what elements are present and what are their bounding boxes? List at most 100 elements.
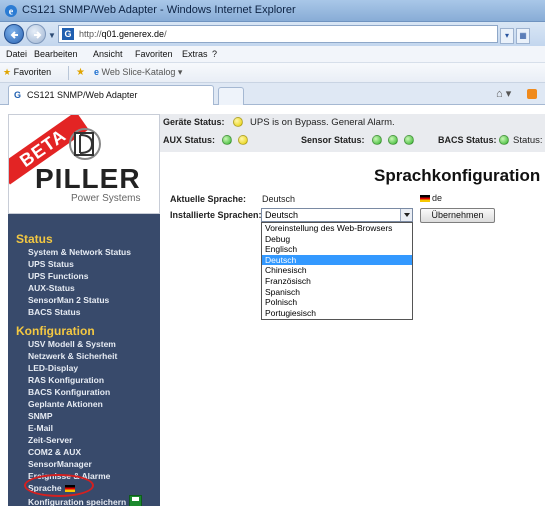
dropdown-icon[interactable]: ▾ [500,28,514,44]
nav-system-network-status[interactable]: System & Network Status [28,247,131,257]
back-button[interactable] [4,24,24,44]
web-slice-gallery[interactable]: e Web Slice-Katalog ▾ [94,67,182,78]
german-flag-icon [420,195,430,202]
geraete-led-icon [233,117,243,127]
new-tab-button[interactable] [218,87,244,105]
brand-tagline: Power Systems [71,193,141,204]
address-bar: ▼ G http://q01.generex.de/ ▾▦↻✕ [0,22,545,63]
menu-ansicht[interactable]: Ansicht [93,49,123,59]
ie-page-icon: e [94,67,100,77]
language-option[interactable]: Portugiesisch [262,308,412,319]
url-input[interactable]: G http://q01.generex.de/ [58,25,498,43]
favorites-bar: ★ Favoriten ★ e Web Slice-Katalog ▾ [0,63,545,83]
status-strip: Geräte Status: UPS is on Bypass. General… [160,114,545,152]
add-favorite-icon[interactable]: ★ [76,67,85,78]
url-actions: ▾▦↻✕ [500,25,545,63]
chevron-down-icon[interactable] [400,209,412,221]
svg-text:e: e [9,7,14,18]
language-option[interactable]: Französisch [262,276,412,287]
aux-led-1-icon [222,135,232,145]
nav-sensormanager[interactable]: SensorManager [28,459,92,469]
nav-aux-status[interactable]: AUX-Status [28,283,75,293]
nav-save-label: Konfiguration speichern [28,497,127,506]
compat-view-icon[interactable]: ▦ [516,28,530,44]
language-option[interactable]: Chinesisch [262,265,412,276]
apply-button[interactable]: Übernehmen [420,208,495,223]
piller-emblem-icon [69,128,101,160]
rss-icon[interactable] [527,89,537,99]
language-select-value: Deutsch [265,210,299,220]
geraete-status-label: Geräte Status: [163,117,225,127]
save-icon [129,495,143,506]
star-icon: ★ [3,67,12,77]
bacs-status-text: Status: [513,135,543,146]
config-heading: Konfiguration [16,324,95,338]
nav-ups-status[interactable]: UPS Status [28,259,74,269]
nav-konfiguration-speichern[interactable]: Konfiguration speichern [28,495,143,506]
language-option[interactable]: Englisch [262,244,412,255]
language-option[interactable]: Voreinstellung des Web-Browsers [262,223,412,234]
nav-led-display[interactable]: LED-Display [28,363,78,373]
browser-window: e CS121 SNMP/Web Adapter - Windows Inter… [0,0,545,506]
tab-cs121[interactable]: G CS121 SNMP/Web Adapter [8,85,214,105]
bacs-led-icon [499,135,509,145]
brand-name: PILLER [35,163,141,194]
site-favicon-icon: G [14,90,22,100]
language-option-selected[interactable]: Deutsch [262,254,412,266]
page-title: Sprachkonfiguration [374,166,541,185]
nav-bacs-config[interactable]: BACS Konfiguration [28,387,110,397]
sidebar: BETA PILLER Power Systems Status System … [8,114,160,506]
favorites-button[interactable]: ★ Favoriten [3,67,51,78]
sensor-led-3-icon [404,135,414,145]
nav-netzwerk[interactable]: Netzwerk & Sicherheit [28,351,117,361]
nav-snmp[interactable]: SNMP [28,411,53,421]
installed-languages-label: Installierte Sprachen: [170,210,262,220]
arrow-right-icon [34,31,42,39]
nav-email[interactable]: E-Mail [28,423,53,433]
nav-ups-functions[interactable]: UPS Functions [28,271,88,281]
arrow-left-icon [10,31,18,39]
aux-led-2-icon [238,135,248,145]
divider [68,66,69,80]
nav-sensorman-status[interactable]: SensorMan 2 Status [28,295,109,305]
language-select[interactable]: Deutsch [261,208,413,222]
title-bar: e CS121 SNMP/Web Adapter - Windows Inter… [0,0,545,22]
menu-bearbeiten[interactable]: Bearbeiten [34,49,78,59]
menu-datei[interactable]: Datei [6,49,27,59]
menu-help[interactable]: ? [212,49,217,59]
current-language-code: de [420,193,442,203]
window-title: CS121 SNMP/Web Adapter - Windows Interne… [22,4,296,16]
sensor-led-2-icon [388,135,398,145]
menu-bar: Datei Bearbeiten Ansicht Favoriten Extra… [0,46,545,63]
sensor-status-label: Sensor Status: [301,135,365,145]
home-icon[interactable]: ⌂ ▾ [496,87,511,100]
tab-label: CS121 SNMP/Web Adapter [27,90,138,100]
tab-bar: G CS121 SNMP/Web Adapter ⌂ ▾ [0,83,545,105]
piller-logo: BETA PILLER Power Systems [8,114,160,214]
menu-favoriten[interactable]: Favoriten [135,49,173,59]
nav-bacs-status[interactable]: BACS Status [28,307,80,317]
geraete-status-text: UPS is on Bypass. General Alarm. [250,117,395,128]
language-dropdown-list: Voreinstellung des Web-Browsers Debug En… [261,222,413,320]
bacs-status-label: BACS Status: [438,135,497,145]
history-dropdown-icon[interactable]: ▼ [48,31,56,40]
forward-button[interactable] [26,24,46,44]
nav-geplante-aktionen[interactable]: Geplante Aktionen [28,399,103,409]
annotation-ring [24,474,94,497]
aux-status-label: AUX Status: [163,135,216,145]
language-option[interactable]: Spanisch [262,287,412,298]
page-content: BETA PILLER Power Systems Status System … [0,106,545,506]
nav-ras-config[interactable]: RAS Konfiguration [28,375,104,385]
language-option[interactable]: Debug [262,234,412,245]
nav-usv-modell[interactable]: USV Modell & System [28,339,116,349]
nav-zeit-server[interactable]: Zeit-Server [28,435,72,445]
menu-extras[interactable]: Extras [182,49,208,59]
current-language-label: Aktuelle Sprache: [170,194,247,204]
url-text: http://q01.generex.de/ [79,29,167,39]
language-option[interactable]: Polnisch [262,297,412,308]
sensor-led-1-icon [372,135,382,145]
nav-com2-aux[interactable]: COM2 & AUX [28,447,81,457]
current-language-value: Deutsch [262,194,296,204]
ie-icon: e [5,5,17,18]
status-heading: Status [16,232,53,246]
